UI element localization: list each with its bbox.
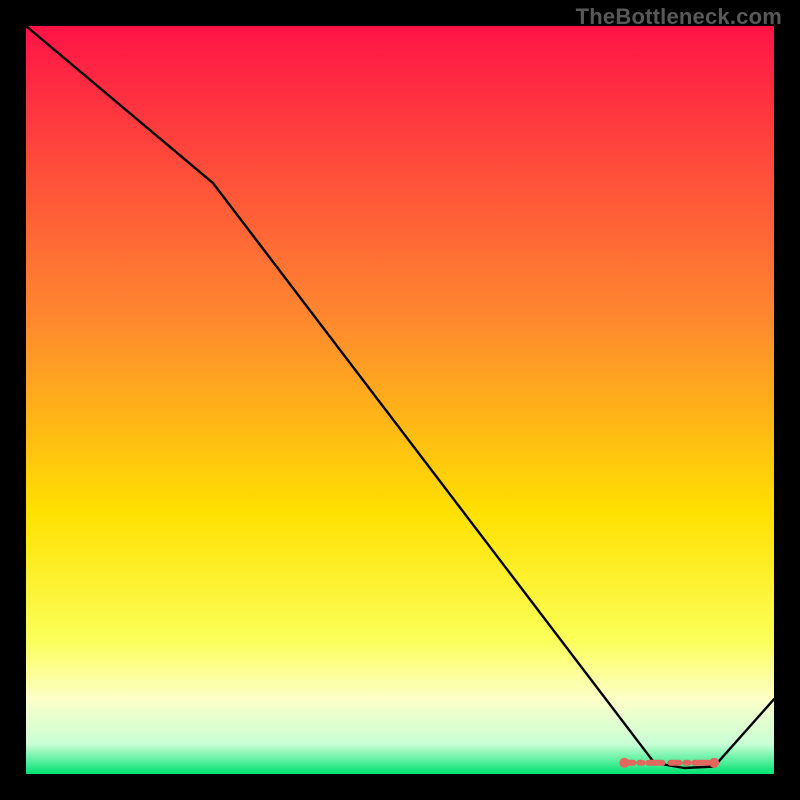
chart-frame: TheBottleneck.com	[0, 0, 800, 800]
gradient-background	[26, 26, 774, 774]
marker-dot	[619, 758, 629, 768]
marker-dot	[709, 758, 719, 768]
bottleneck-chart	[26, 26, 774, 774]
chart-svg	[26, 26, 774, 774]
